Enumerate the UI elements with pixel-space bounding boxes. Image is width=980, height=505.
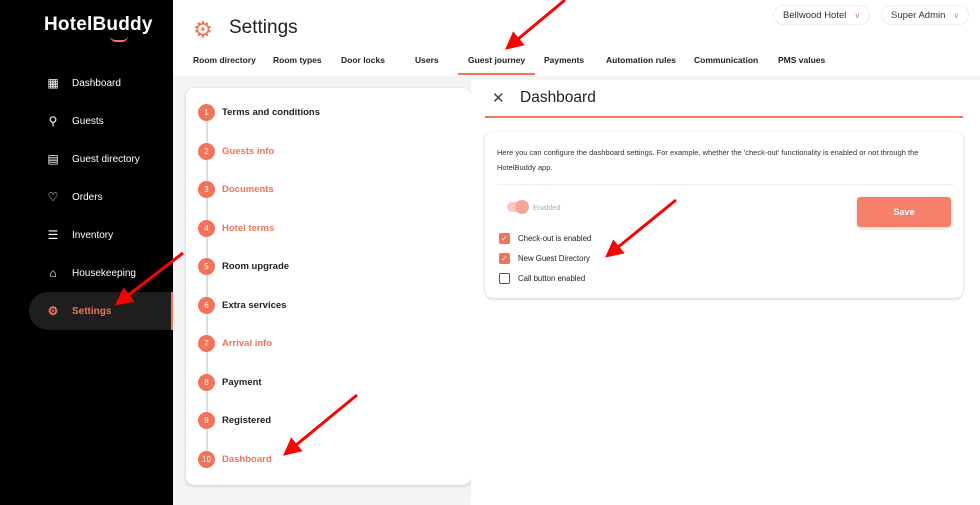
chevron-down-icon: ∨ (953, 10, 960, 20)
chevron-down-icon: ∨ (854, 10, 861, 20)
step-label: Documents (222, 184, 274, 195)
step-guests-info[interactable]: 2 Guests info (198, 143, 274, 160)
home-icon: ⌂ (49, 266, 57, 280)
user-select-value: Super Admin (891, 9, 946, 21)
tab-door-locks[interactable]: Door locks (341, 55, 385, 65)
dashboard-settings-panel: ✕ Dashboard Here you can configure the d… (471, 80, 980, 505)
tab-pms-values[interactable]: PMS values (778, 55, 825, 65)
step-documents[interactable]: 3 Documents (198, 181, 274, 198)
sidebar-item-housekeeping[interactable]: ⌂ Housekeeping (29, 254, 173, 292)
sidebar-item-guests[interactable]: ⚲ Guests (29, 102, 173, 140)
checkbox-unchecked-icon (499, 273, 510, 284)
step-registered[interactable]: 9 Registered (198, 412, 271, 429)
sidebar-item-label: Guests (72, 115, 104, 127)
step-number: 5 (198, 258, 215, 275)
step-number: 6 (198, 297, 215, 314)
document-icon: ▤ (47, 152, 59, 166)
hotel-select[interactable]: Bellwood Hotel ∨ (773, 5, 871, 25)
sidebar-item-label: Housekeeping (72, 267, 136, 279)
step-terms-and-conditions[interactable]: 1 Terms and conditions (198, 104, 320, 121)
header: ⚙ Settings Bellwood Hotel ∨ Super Admin ∨ … (173, 0, 980, 76)
tab-room-directory[interactable]: Room directory (193, 55, 256, 65)
guest-journey-steps: 1 Terms and conditions 2 Guests info 3 Docu… (186, 88, 471, 485)
heart-icon: ♡ (47, 190, 59, 204)
step-label: Terms and conditions (222, 107, 321, 118)
sidebar-item-orders[interactable]: ♡ Orders (29, 178, 173, 216)
step-connector (206, 118, 208, 460)
tab-room-types[interactable]: Room types (273, 55, 322, 65)
step-label: Hotel terms (222, 223, 275, 234)
tab-guest-journey[interactable]: Guest journey (458, 55, 536, 75)
sidebar: HotelBuddy ▦ Dashboard ⚲ Guests ▤ Guest dir… (0, 0, 173, 505)
settings-gear-icon: ⚙ (193, 17, 213, 42)
sidebar-item-dashboard[interactable]: ▦ Dashboard (29, 64, 173, 102)
sidebar-item-inventory[interactable]: ☰ Inventory (29, 216, 173, 254)
logo-smile-icon (110, 36, 128, 42)
page-title: Settings (229, 17, 298, 38)
step-number: 10 (198, 451, 215, 468)
hotel-select-value: Bellwood Hotel (783, 9, 847, 21)
step-extra-services[interactable]: 6 Extra services (198, 297, 286, 314)
person-icon: ⚲ (48, 114, 58, 128)
settings-card: Here you can configure the dashboard set… (485, 132, 963, 298)
sidebar-item-guest-directory[interactable]: ▤ Guest directory (29, 140, 173, 178)
step-label: Extra services (222, 300, 287, 311)
tab-communication[interactable]: Communication (694, 55, 758, 65)
checkbox-checked-icon: ✓ (499, 253, 510, 264)
step-number: 1 (198, 104, 215, 121)
tab-automation-rules[interactable]: Automation rules (606, 55, 676, 65)
enabled-toggle[interactable] (507, 200, 529, 214)
tab-payments[interactable]: Payments (544, 55, 584, 65)
title-underline (485, 116, 963, 118)
sidebar-item-label: Guest directory (72, 153, 140, 165)
checkbox-label: Check-out is enabled (518, 234, 592, 243)
step-room-upgrade[interactable]: 5 Room upgrade (198, 258, 289, 275)
step-label: Payment (222, 377, 262, 388)
checkbox-check-out-enabled[interactable]: ✓ Check-out is enabled (499, 233, 591, 244)
step-number: 4 (198, 220, 215, 237)
divider (497, 184, 954, 185)
step-number: 3 (198, 181, 215, 198)
step-number: 2 (198, 143, 215, 160)
save-button[interactable]: Save (857, 197, 951, 227)
checkbox-call-button-enabled[interactable]: Call button enabled (499, 273, 585, 284)
sidebar-item-label: Dashboard (72, 77, 121, 89)
sidebar-item-settings[interactable]: ⚙ Settings (29, 292, 173, 330)
toggle-label: Enabled (533, 203, 561, 212)
step-number: 7 (198, 335, 215, 352)
sidebar-item-label: Orders (72, 191, 103, 203)
tab-users[interactable]: Users (415, 55, 439, 65)
step-label: Dashboard (222, 454, 272, 465)
step-number: 8 (198, 374, 215, 391)
checkbox-label: New Guest Directory (518, 254, 590, 263)
step-label: Guests info (222, 146, 275, 157)
checkbox-new-guest-directory[interactable]: ✓ New Guest Directory (499, 253, 590, 264)
step-number: 9 (198, 412, 215, 429)
hotelbuddy-logo[interactable]: HotelBuddy (44, 14, 153, 36)
step-payment[interactable]: 8 Payment (198, 374, 262, 391)
gear-icon: ⚙ (47, 304, 59, 318)
panel-title: Dashboard (520, 89, 596, 106)
step-label: Arrival info (222, 338, 273, 349)
step-hotel-terms[interactable]: 4 Hotel terms (198, 220, 274, 237)
step-dashboard[interactable]: 10 Dashboard (198, 451, 272, 468)
checkbox-label: Call button enabled (518, 274, 586, 283)
checkbox-checked-icon: ✓ (499, 233, 510, 244)
list-icon: ☰ (47, 228, 59, 242)
step-label: Room upgrade (222, 261, 290, 272)
panel-description: Here you can configure the dashboard set… (497, 148, 919, 172)
sidebar-item-label: Settings (72, 305, 112, 317)
close-icon[interactable]: ✕ (492, 89, 505, 107)
step-arrival-info[interactable]: 7 Arrival info (198, 335, 272, 352)
sidebar-item-label: Inventory (72, 229, 114, 241)
user-select[interactable]: Super Admin ∨ (881, 5, 970, 25)
step-label: Registered (222, 415, 272, 426)
dashboard-grid-icon: ▦ (47, 76, 59, 90)
